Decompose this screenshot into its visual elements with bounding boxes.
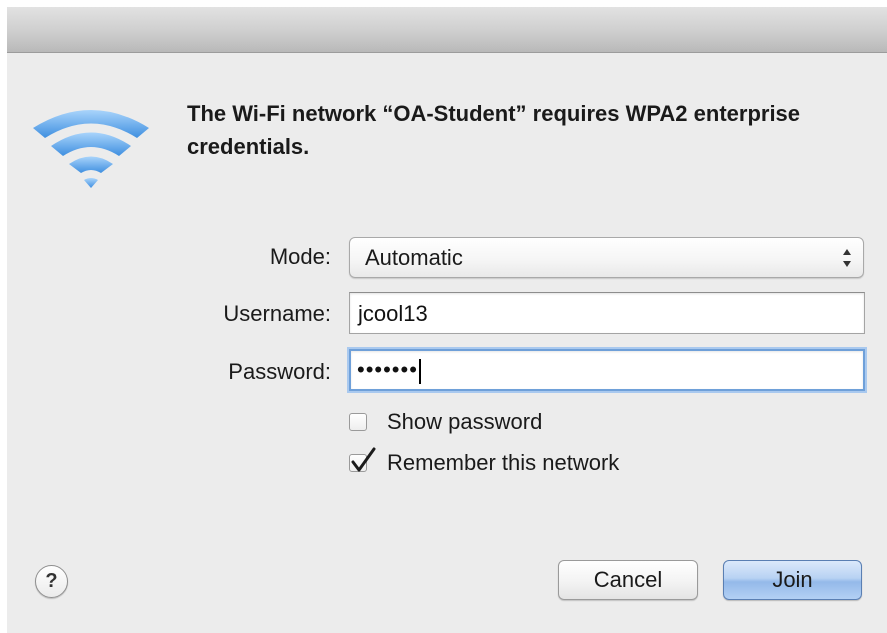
up-down-arrows-icon (843, 249, 851, 267)
join-button[interactable]: Join (723, 560, 862, 600)
dialog-title-bar (7, 7, 887, 53)
mode-label: Mode: (269, 244, 331, 269)
remember-network-label: Remember this network (387, 450, 620, 475)
password-dots: ••••••• (357, 357, 421, 384)
remember-network-checkbox[interactable] (349, 447, 376, 472)
mode-value: Automatic (365, 245, 463, 270)
show-password-checkbox[interactable] (349, 413, 367, 431)
cancel-button[interactable]: Cancel (558, 560, 698, 600)
wifi-icon (33, 110, 149, 188)
password-field[interactable]: ••••••• (349, 349, 865, 391)
help-button[interactable]: ? (35, 565, 68, 598)
username-value: jcool13 (358, 301, 428, 326)
password-label: Password: (228, 359, 331, 384)
mode-popup[interactable]: Automatic (349, 237, 864, 278)
text-cursor (418, 358, 421, 384)
username-label: Username: (223, 301, 331, 326)
checkmark-icon (351, 447, 376, 472)
wifi-credentials-dialog: The Wi-Fi network “OA-Student” requires … (7, 7, 887, 633)
dialog-message: The Wi-Fi network “OA-Student” requires … (187, 101, 801, 159)
username-field[interactable]: jcool13 (349, 292, 865, 334)
show-password-label: Show password (387, 409, 543, 434)
